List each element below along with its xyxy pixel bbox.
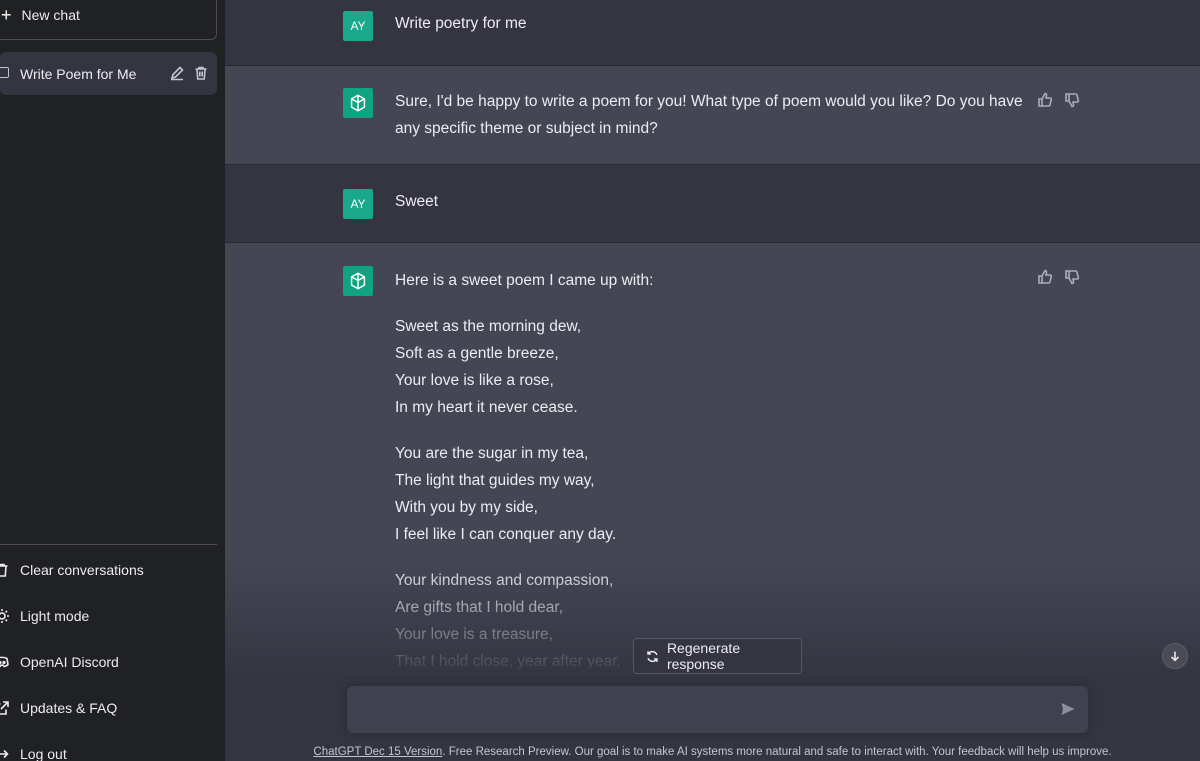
user-message-text: Sweet: [395, 193, 439, 210]
updates-faq-link[interactable]: Updates & FAQ: [0, 688, 217, 728]
trash-icon: [0, 562, 10, 578]
message-input[interactable]: [361, 699, 1041, 721]
thumbs-down-icon[interactable]: [1064, 269, 1080, 285]
clear-conversations-link[interactable]: Clear conversations: [0, 550, 217, 590]
conversation-title: Write Poem for Me: [20, 65, 137, 82]
light-mode-label: Light mode: [20, 608, 90, 624]
conversation-actions: [169, 65, 209, 81]
footer-text: . Free Research Preview. Our goal is to …: [442, 746, 1112, 758]
arrow-down-icon: [1170, 651, 1180, 662]
user-avatar: AY: [343, 11, 373, 41]
sun-icon: [0, 608, 10, 624]
clear-conversations-label: Clear conversations: [20, 562, 144, 578]
thumbs-up-icon[interactable]: [1037, 269, 1053, 285]
logout-icon: [0, 746, 10, 761]
user-message: AY Write poetry for me: [225, 0, 1200, 65]
chat-icon: [0, 67, 9, 78]
regenerate-label: Regenerate response: [666, 640, 741, 672]
poem-line: In my heart it never cease.: [395, 399, 578, 416]
discord-icon: [0, 654, 10, 670]
sidebar: + New chat Write Poem for Me Clear conve…: [0, 0, 225, 761]
poem-line: Are gifts that I hold dear,: [395, 599, 564, 616]
poem-line: Your kindness and compassion,: [395, 572, 614, 589]
log-out-link[interactable]: Log out: [0, 734, 217, 761]
poem-line: Sweet as the morning dew,: [395, 318, 582, 335]
delete-icon[interactable]: [193, 65, 209, 81]
poem-line: Your love is like a rose,: [395, 372, 554, 389]
light-mode-link[interactable]: Light mode: [0, 596, 217, 636]
feedback-buttons: [1037, 92, 1080, 108]
poem-line: Soft as a gentle breeze,: [395, 345, 559, 362]
log-out-label: Log out: [20, 746, 67, 761]
feedback-buttons: [1037, 269, 1080, 285]
openai-discord-label: OpenAI Discord: [20, 654, 119, 670]
assistant-message: Here is a sweet poem I came up with: Swe…: [225, 242, 1200, 761]
poem-stanza: Sweet as the morning dew, Soft as a gent…: [395, 313, 1035, 421]
footer-disclaimer: ChatGPT Dec 15 Version. Free Research Pr…: [225, 746, 1200, 758]
assistant-message: Sure, I'd be happy to write a poem for y…: [225, 65, 1200, 165]
poem-line: With you by my side,: [395, 499, 538, 516]
chat-area: AY Write poetry for me Sure, I'd be happ…: [225, 0, 1200, 761]
user-message-text: Write poetry for me: [395, 15, 527, 32]
send-icon: [1061, 703, 1075, 715]
poem-line: The light that guides my way,: [395, 472, 595, 489]
user-message: AY Sweet: [225, 165, 1200, 242]
sidebar-divider: [0, 544, 217, 545]
plus-icon: +: [1, 5, 12, 25]
poem-line: You are the sugar in my tea,: [395, 445, 589, 462]
regenerate-response-button[interactable]: Regenerate response: [633, 638, 802, 674]
poem-line: I feel like I can conquer any day.: [395, 526, 617, 543]
sidebar-conversation-item[interactable]: Write Poem for Me: [0, 52, 217, 95]
edit-icon[interactable]: [169, 65, 185, 81]
thumbs-down-icon[interactable]: [1064, 92, 1080, 108]
user-avatar: AY: [343, 189, 373, 219]
send-button[interactable]: [1060, 701, 1078, 719]
updates-faq-label: Updates & FAQ: [20, 700, 118, 716]
new-chat-button[interactable]: + New chat: [0, 0, 217, 40]
assistant-message-text: Here is a sweet poem I came up with: Swe…: [395, 267, 1035, 694]
version-link[interactable]: ChatGPT Dec 15 Version: [313, 746, 442, 758]
message-input-box: [347, 686, 1088, 733]
new-chat-label: New chat: [21, 7, 80, 23]
thumbs-up-icon[interactable]: [1037, 92, 1053, 108]
external-link-icon: [0, 700, 10, 716]
openai-logo-icon: [343, 266, 373, 296]
refresh-icon: [647, 650, 658, 662]
openai-logo-icon: [343, 88, 373, 118]
assistant-message-text: Sure, I'd be happy to write a poem for y…: [395, 93, 1023, 137]
openai-discord-link[interactable]: OpenAI Discord: [0, 642, 217, 682]
scroll-to-bottom-button[interactable]: [1162, 643, 1188, 669]
poem-stanza: You are the sugar in my tea, The light t…: [395, 440, 1035, 548]
poem-intro: Here is a sweet poem I came up with:: [395, 272, 654, 289]
